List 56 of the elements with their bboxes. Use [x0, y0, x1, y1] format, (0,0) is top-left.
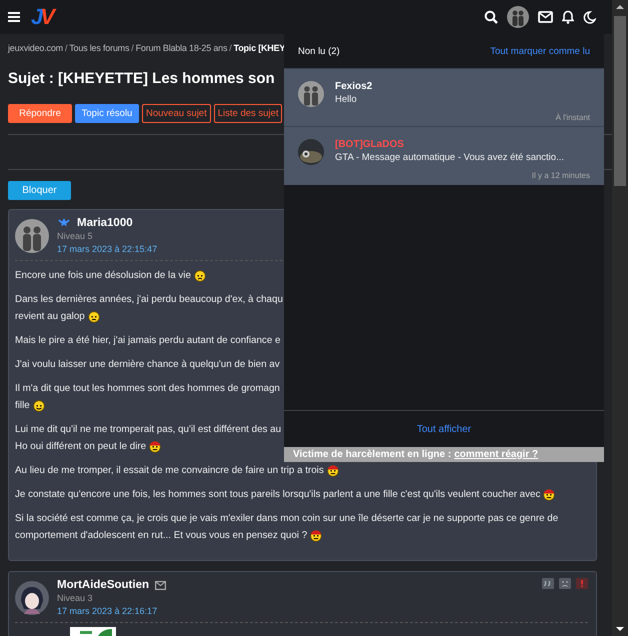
unread-tab[interactable]: Non lu (2): [298, 46, 340, 56]
menu-icon[interactable]: [8, 12, 20, 22]
breadcrumb-separator: /: [64, 43, 68, 53]
scroll-thumb[interactable]: [614, 16, 626, 186]
author-name[interactable]: Maria1000: [77, 217, 133, 229]
breadcrumb-link[interactable]: Topic [KHEY: [234, 43, 286, 53]
sender-name: [BOT]GLaDOS: [335, 139, 405, 150]
notification-message: Hello: [335, 94, 358, 105]
author-level: Niveau 3: [57, 592, 94, 605]
search-icon[interactable]: [484, 10, 498, 24]
alert-icon[interactable]: [576, 578, 588, 589]
breadcrumb-link[interactable]: Forum Blabla 18-25 ans: [136, 43, 228, 53]
harassment-text: Victime de harcèlement en ligne :: [293, 449, 452, 460]
topic-title: Sujet : [KHEYETTE] Les hommes son: [8, 69, 275, 89]
notification-time: À l'instant: [556, 113, 590, 122]
moon-icon[interactable]: [583, 10, 596, 24]
sender-name: Fexios2: [335, 81, 374, 92]
avatar-icon[interactable]: [507, 6, 529, 28]
breadcrumb-link[interactable]: jeuxvideo.com: [8, 43, 63, 53]
post-text: Au lieu de me tromper, il essait de me convaincre de faire un trip a trois: [15, 465, 324, 476]
notification-time: Il y a 12 minutes: [532, 171, 590, 180]
post-text: Ho oui différent on peut le dire: [15, 441, 146, 452]
post-text: comportement d'adolescent en rut... Et vous vous en pensez quoi ?: [15, 530, 308, 541]
post-text: J'ai voulu laisser une dernière chance à quelqu'un de bien av: [15, 359, 280, 370]
post-text: revient au galop: [15, 311, 85, 322]
mark-all-read-link[interactable]: Tout marquer comme lu: [490, 46, 590, 56]
post-text: Lui me dit qu'il ne me tromperait pas, qu'il est différent des au: [15, 424, 282, 435]
post-text: Mais le pire a été hier, j'ai jamais perdu autant de confiance e: [15, 335, 280, 346]
notification-item[interactable]: Fexios2 Hello À l'instant: [284, 68, 604, 126]
author-name[interactable]: MortAideSoutien: [57, 579, 149, 591]
bell-icon[interactable]: [562, 10, 574, 24]
post-text: Il m'a dit que tout les hommes sont des hommes de gromagn: [15, 383, 280, 394]
post-date[interactable]: 17 mars 2023 à 22:16:17: [57, 605, 166, 618]
action-button[interactable]: Topic résolu: [75, 104, 139, 123]
mail-icon[interactable]: [155, 580, 166, 590]
post-text: fille: [15, 400, 30, 411]
action-button[interactable]: Répondre: [8, 104, 72, 123]
breadcrumb-link[interactable]: Tous les forums: [69, 43, 130, 53]
block-button[interactable]: Bloquer: [8, 181, 71, 200]
sad-face-icon[interactable]: [559, 578, 571, 589]
post-date[interactable]: 17 mars 2023 à 22:15:47: [57, 243, 158, 256]
action-button[interactable]: Nouveau sujet: [142, 104, 211, 123]
breadcrumb-separator: /: [131, 43, 134, 53]
post-text: Je constate qu'encore une fois, les hommes sont tous pareils lorsqu'ils parlent a une fille c'est qu'ils veulent coucher avec: [15, 489, 540, 500]
action-button[interactable]: Liste des sujet: [214, 104, 282, 123]
scrollbar[interactable]: [612, 0, 628, 636]
logo[interactable]: JV: [31, 6, 52, 28]
breadcrumb-separator: /: [229, 43, 232, 53]
notification-item[interactable]: [BOT]GLaDOS GTA - Message automatique - Vous avez été sanctio... Il y a 12 minutes: [284, 126, 604, 185]
post-text: Si la société est comme ça, je crois que je vais m'exiler dans mon coin sur une île déserte car je ne supporte pas ce genre de: [15, 513, 558, 524]
author-level: Niveau 5: [57, 230, 94, 243]
quote-icon[interactable]: [542, 578, 554, 589]
post-text: Dans les dernières années, j'ai perdu beaucoup d'ex, à chaqu: [15, 294, 283, 305]
show-all-link[interactable]: Tout afficher: [416, 424, 472, 434]
post-text: Encore une fois une désolusion de la vie: [15, 270, 191, 281]
notification-message: GTA - Message automatique - Vous avez été sanctio...: [335, 152, 565, 163]
